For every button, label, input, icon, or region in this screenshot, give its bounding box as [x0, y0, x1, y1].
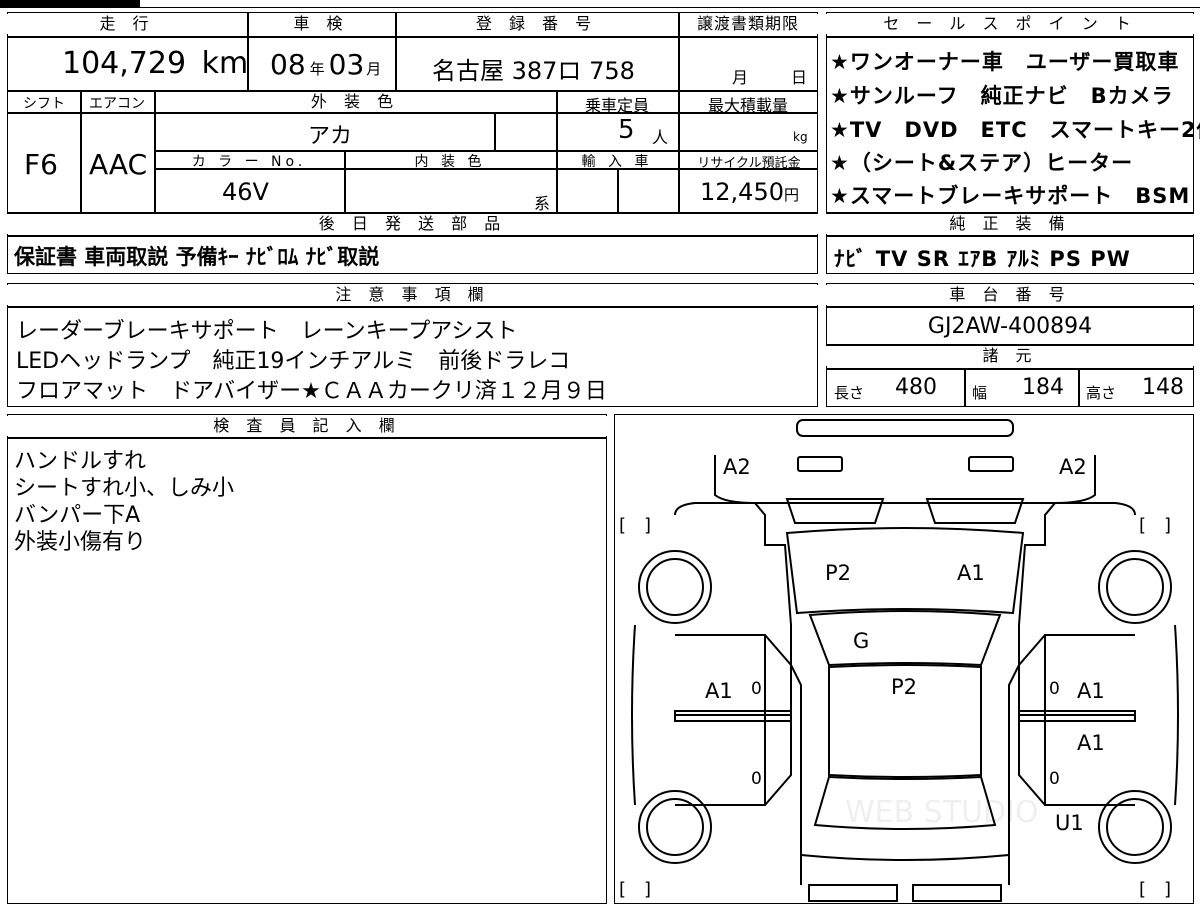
damage-mark: A1: [957, 561, 985, 585]
width-value: 184: [1022, 375, 1064, 400]
recycle-deposit-label: リサイクル預託金: [697, 156, 801, 171]
width-label: 幅: [972, 384, 988, 402]
damage-mark: 0: [1049, 769, 1060, 789]
watermark: WEB STUDIO: [845, 795, 1039, 830]
mileage-value: 104,729 km: [62, 46, 249, 81]
length-value: 480: [895, 375, 937, 400]
inspection-header: 車 検: [247, 14, 395, 34]
sales-point-line: ★TV DVD ETC スマートキー2個: [830, 118, 1200, 142]
damage-mark: A1: [705, 679, 733, 703]
chassis-label: 車 台 番 号: [826, 285, 1194, 305]
max-load-unit: kg: [793, 130, 808, 144]
recycle-deposit-value: 12,450円: [700, 178, 799, 206]
interior-color-suffix: 系: [534, 194, 551, 213]
transfer-day: 日: [791, 68, 808, 87]
damage-mark: 0: [751, 769, 762, 789]
transfer-deadline-header: 譲渡書類期限: [678, 14, 818, 34]
max-load-label: 最大積載量: [707, 96, 788, 115]
shift-label: シフト: [23, 96, 65, 112]
exterior-color-value: アカ: [308, 124, 353, 149]
inspector-line: 外装小傷有り: [14, 530, 147, 555]
equipment-label: 純 正 装 備: [826, 214, 1194, 234]
damage-mark: A2: [1059, 455, 1087, 479]
damage-mark: A2: [723, 455, 751, 479]
specs-label: 諸 元: [826, 346, 1194, 366]
sales-point-line: ★（シート&ステア）ヒーター: [830, 151, 1134, 175]
damage-mark: A1: [1077, 679, 1105, 703]
transfer-month: 月: [732, 68, 749, 87]
damage-mark: U1: [1055, 811, 1084, 835]
capacity-value: 5: [618, 115, 635, 145]
capacity-label: 乗車定員: [584, 96, 649, 115]
top-tab: [0, 0, 140, 8]
height-value: 148: [1142, 375, 1184, 400]
sales-points-label: セ ー ル ス ポ イ ン ト: [826, 14, 1194, 34]
height-label: 高さ: [1086, 384, 1117, 402]
aircon-label: エアコン: [89, 96, 145, 112]
sales-point-line: ★スマートブレーキサポート BSM: [830, 184, 1191, 208]
interior-color-label: 内 装 色: [414, 154, 486, 170]
notes-label: 注 意 事 項 欄: [7, 285, 818, 305]
exterior-color-label: 外 装 色: [154, 92, 556, 112]
notes-line: LEDヘッドランプ 純正19インチアルミ 前後ドラレコ: [16, 349, 571, 374]
sales-point-line: ★ワンオーナー車 ユーザー買取車: [830, 50, 1180, 74]
equipment-value: ﾅﾋﾞ TV SR ｴｱB ｱﾙﾐ PS PW: [834, 247, 1131, 271]
later-parts-label: 後 日 発 送 部 品: [7, 214, 818, 234]
length-label: 長さ: [834, 384, 865, 402]
aircon-value: AAC: [89, 148, 148, 181]
notes-line: フロアマット ドアバイザー★ＣＡＡカークリ済１２月９日: [16, 379, 607, 404]
later-parts-value: 保証書 車両取説 予備ｷｰ ﾅﾋﾞﾛﾑ ﾅﾋﾞ取説: [14, 245, 380, 269]
car-outline: [631, 419, 1179, 902]
damage-mark: P2: [825, 561, 852, 585]
top-strip-line: [140, 0, 1200, 8]
bracket-right: [ ]: [1139, 879, 1172, 900]
bracket-left: [ ]: [619, 879, 652, 900]
import-label: 輸 入 車: [581, 154, 653, 170]
damage-mark: P2: [891, 675, 918, 699]
registration-number: 名古屋 387ロ 758: [432, 57, 635, 85]
color-no-value: 46V: [222, 178, 269, 206]
damage-mark: 0: [1049, 679, 1060, 699]
inspector-label: 検 査 員 記 入 欄: [7, 416, 607, 436]
bracket-right: [ ]: [1139, 515, 1172, 536]
inspection-value: 08 年 03 月: [270, 48, 382, 81]
notes-line: レーダーブレーキサポート レーンキープアシスト: [16, 319, 518, 344]
damage-mark: 0: [751, 679, 762, 699]
car-damage-diagram: A2 A2 P2 A1 G P2 A1 0 0 A1 A1 0 0 U1 [ ]…: [614, 414, 1194, 904]
reg-no-header: 登 録 番 号: [395, 14, 678, 34]
capacity-unit: 人: [652, 128, 669, 147]
damage-mark: G: [853, 629, 870, 653]
damage-mark: A1: [1077, 731, 1105, 755]
mileage-header: 走 行: [7, 14, 247, 34]
color-no-label: カ ラ ー No.: [191, 154, 307, 170]
bracket-left: [ ]: [619, 515, 652, 536]
chassis-number: GJ2AW-400894: [927, 314, 1093, 339]
shift-value: F6: [24, 148, 58, 181]
sales-point-line: ★サンルーフ 純正ナビ Bカメラ: [830, 84, 1174, 108]
